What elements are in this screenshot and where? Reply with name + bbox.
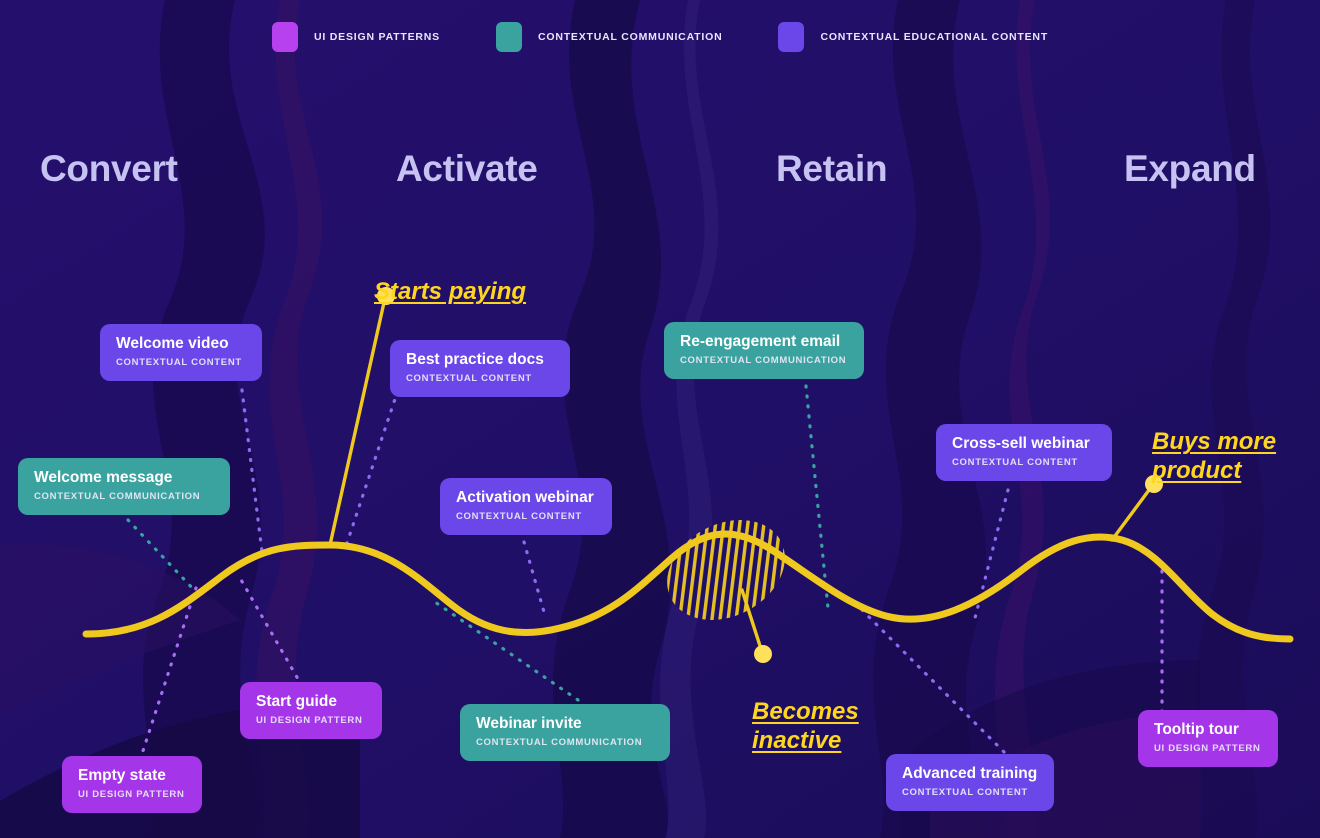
milestone-label: Starts paying xyxy=(374,278,527,306)
stage-title-expand: Expand xyxy=(1124,148,1256,189)
legend: UI DESIGN PATTERNS CONTEXTUAL COMMUNICAT… xyxy=(0,22,1320,52)
card-welcome-video[interactable]: Welcome video CONTEXTUAL CONTENT xyxy=(100,324,262,381)
milestone-label: Buys more product xyxy=(1152,428,1277,484)
card-title: Advanced training xyxy=(902,765,1038,782)
card-subtitle: CONTEXTUAL CONTENT xyxy=(406,372,532,384)
card-subtitle: UI DESIGN PATTERN xyxy=(256,714,363,726)
card-welcome-message[interactable]: Welcome message CONTEXTUAL COMMUNICATION xyxy=(18,458,230,515)
legend-item-contextual-educational-content[interactable]: CONTEXTUAL EDUCATIONAL CONTENT xyxy=(778,22,1048,52)
legend-swatch-icon xyxy=(495,22,522,52)
legend-item-ui-design-patterns[interactable]: UI DESIGN PATTERNS xyxy=(271,22,440,52)
card-subtitle: CONTEXTUAL CONTENT xyxy=(952,456,1078,468)
card-webinar-invite[interactable]: Webinar invite CONTEXTUAL COMMUNICATION xyxy=(460,704,670,761)
stage-title-activate: Activate xyxy=(396,148,538,189)
card-title: Cross-sell webinar xyxy=(952,435,1090,452)
card-title: Welcome message xyxy=(34,469,173,486)
card-subtitle: CONTEXTUAL COMMUNICATION xyxy=(680,354,847,366)
card-subtitle: UI DESIGN PATTERN xyxy=(1154,742,1261,754)
legend-label: CONTEXTUAL EDUCATIONAL CONTENT xyxy=(820,31,1049,43)
infographic-canvas: UI DESIGN PATTERNS CONTEXTUAL COMMUNICAT… xyxy=(0,0,1320,838)
card-title: Empty state xyxy=(78,767,166,784)
card-title: Webinar invite xyxy=(476,715,582,732)
card-title: Activation webinar xyxy=(456,489,594,506)
card-subtitle: CONTEXTUAL COMMUNICATION xyxy=(34,490,201,502)
card-re-engagement-email[interactable]: Re-engagement email CONTEXTUAL COMMUNICA… xyxy=(664,322,864,379)
card-cross-sell-webinar[interactable]: Cross-sell webinar CONTEXTUAL CONTENT xyxy=(936,424,1112,481)
card-subtitle: UI DESIGN PATTERN xyxy=(78,788,185,800)
legend-item-contextual-communication[interactable]: CONTEXTUAL COMMUNICATION xyxy=(495,22,723,52)
card-tooltip-tour[interactable]: Tooltip tour UI DESIGN PATTERN xyxy=(1138,710,1278,767)
card-title: Start guide xyxy=(256,693,337,710)
milestone-label: Becomes inactive xyxy=(752,698,859,754)
legend-swatch-icon xyxy=(271,22,298,52)
stage-title-convert: Convert xyxy=(40,148,178,189)
card-subtitle: CONTEXTUAL CONTENT xyxy=(456,510,582,522)
legend-label: CONTEXTUAL COMMUNICATION xyxy=(537,31,723,43)
milestone-becomes-inactive: Becomes inactive xyxy=(752,670,859,755)
card-subtitle: CONTEXTUAL CONTENT xyxy=(116,356,242,368)
milestone-starts-paying: Starts paying xyxy=(374,250,526,307)
milestone-buys-more-product: Buys more product xyxy=(1152,400,1276,485)
card-activation-webinar[interactable]: Activation webinar CONTEXTUAL CONTENT xyxy=(440,478,612,535)
card-empty-state[interactable]: Empty state UI DESIGN PATTERN xyxy=(62,756,202,813)
card-title: Best practice docs xyxy=(406,351,544,368)
card-title: Tooltip tour xyxy=(1154,721,1239,738)
card-subtitle: CONTEXTUAL CONTENT xyxy=(902,786,1028,798)
stage-title-retain: Retain xyxy=(776,148,888,189)
card-best-practice-docs[interactable]: Best practice docs CONTEXTUAL CONTENT xyxy=(390,340,570,397)
legend-label: UI DESIGN PATTERNS xyxy=(313,31,440,43)
card-advanced-training[interactable]: Advanced training CONTEXTUAL CONTENT xyxy=(886,754,1054,811)
legend-swatch-icon xyxy=(778,22,805,52)
card-start-guide[interactable]: Start guide UI DESIGN PATTERN xyxy=(240,682,382,739)
card-title: Re-engagement email xyxy=(680,333,841,350)
card-subtitle: CONTEXTUAL COMMUNICATION xyxy=(476,736,643,748)
card-title: Welcome video xyxy=(116,335,229,352)
